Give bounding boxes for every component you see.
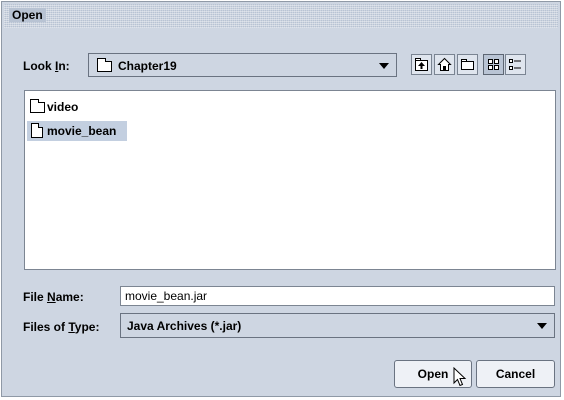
file-list[interactable]: video movie_bean bbox=[24, 90, 556, 270]
new-folder-icon bbox=[461, 59, 474, 70]
home-button[interactable] bbox=[434, 54, 455, 75]
dialog-title: Open bbox=[9, 8, 46, 22]
files-of-type-combo[interactable]: Java Archives (*.jar) bbox=[120, 313, 555, 338]
files-of-type-label: Files of Type: bbox=[23, 320, 100, 334]
list-view-button[interactable] bbox=[483, 54, 504, 75]
list-item-folder[interactable]: video bbox=[27, 97, 107, 117]
file-item-label: video bbox=[47, 100, 79, 114]
up-one-level-icon bbox=[415, 58, 428, 71]
folder-icon bbox=[97, 58, 112, 72]
file-icon bbox=[31, 123, 43, 138]
new-folder-button[interactable] bbox=[457, 54, 478, 75]
files-of-type-value: Java Archives (*.jar) bbox=[127, 319, 242, 333]
file-name-label: File Name: bbox=[23, 290, 84, 304]
details-view-icon bbox=[509, 59, 521, 70]
title-bar[interactable]: Open bbox=[4, 4, 558, 28]
file-item-label: movie_bean bbox=[47, 124, 117, 138]
home-icon bbox=[437, 57, 452, 71]
cancel-button[interactable]: Cancel bbox=[476, 360, 555, 388]
file-name-input[interactable]: movie_bean.jar bbox=[120, 286, 555, 306]
list-view-icon bbox=[488, 59, 499, 70]
details-view-button[interactable] bbox=[505, 54, 526, 75]
mouse-cursor-icon bbox=[453, 367, 467, 387]
list-item-file[interactable]: movie_bean bbox=[27, 121, 127, 141]
chevron-down-icon bbox=[537, 323, 547, 329]
look-in-value: Chapter19 bbox=[118, 59, 177, 73]
look-in-label: Look In: bbox=[23, 59, 70, 73]
look-in-combo[interactable]: Chapter19 bbox=[88, 53, 397, 77]
folder-icon bbox=[30, 99, 45, 113]
open-dialog: Open Look In: Chapter19 video movie_bean… bbox=[1, 1, 561, 397]
chevron-down-icon bbox=[379, 63, 389, 69]
up-one-level-button[interactable] bbox=[411, 54, 432, 75]
